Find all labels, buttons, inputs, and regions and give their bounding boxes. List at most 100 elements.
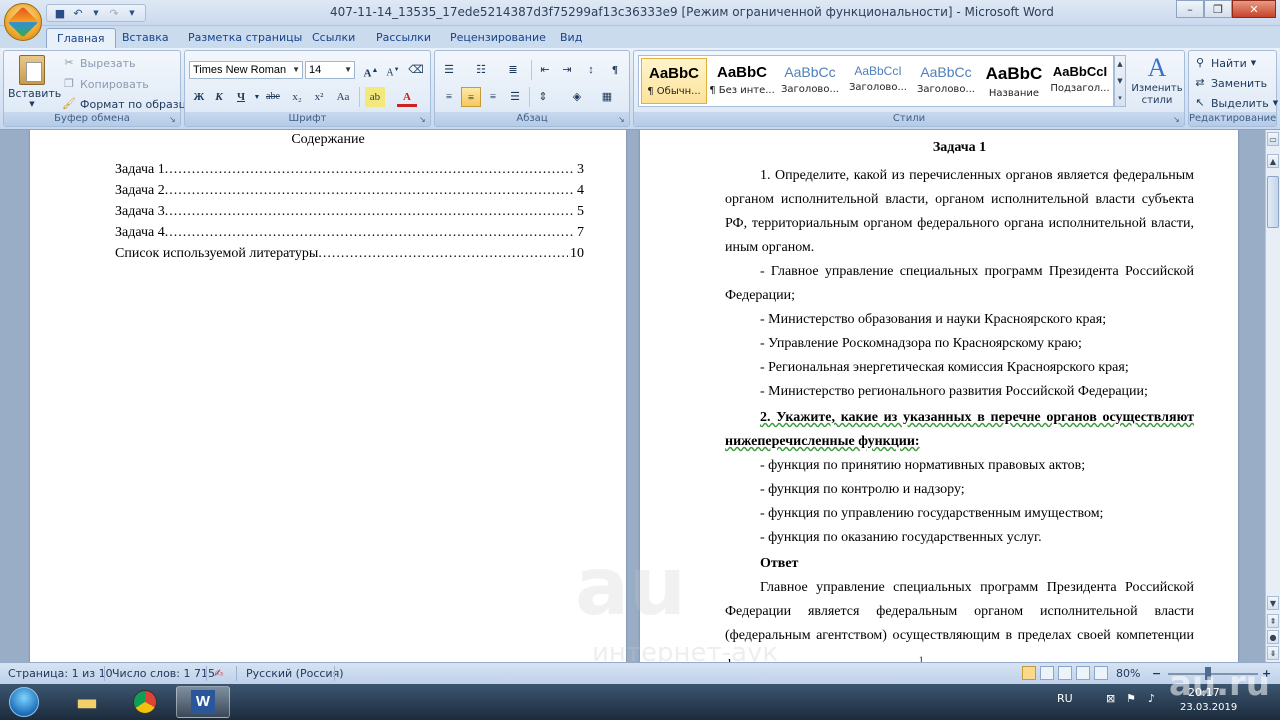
justify-button[interactable]: ☰ [505,87,525,107]
footnote-reference[interactable]: 1 [919,655,924,662]
styles-gallery-scroll[interactable]: ▲ ▼ ▾ [1114,55,1126,107]
draft-view-icon[interactable] [1094,666,1108,680]
redo-icon[interactable]: ↷ [107,6,121,20]
close-button[interactable]: ✕ [1232,0,1276,18]
proofing-icon[interactable]: ✍ [214,667,223,680]
clear-formatting-button[interactable]: ⌫ [406,60,426,80]
tab-review[interactable]: Рецензирование [440,28,556,48]
shrink-font-button[interactable]: A▼ [383,60,403,80]
change-case-button[interactable]: Аа [333,87,353,107]
font-color-button[interactable]: A [397,87,417,107]
customize-qat-icon[interactable]: ▼ [125,6,139,20]
more-icon[interactable]: ▾ [1115,90,1125,107]
scroll-up-icon[interactable]: ▲ [1267,154,1279,168]
font-size-combo[interactable]: 14 ▼ [305,61,355,79]
ruler-toggle-icon[interactable]: ▭ [1267,132,1279,146]
style-heading-3[interactable]: AaBbCc Заголово... [913,58,979,104]
tab-references[interactable]: Ссылки [302,28,365,48]
style-subtitle[interactable]: AaBbCcI Подзагол... [1047,58,1113,104]
paragraph-launcher-icon[interactable]: ↘ [618,115,627,124]
increase-indent-button[interactable]: ⇥ [557,60,577,80]
find-button[interactable]: ⚲ Найти ▼ [1193,56,1256,70]
toc-entry[interactable]: Список используемой литературы 10 [115,246,584,262]
style-heading-2[interactable]: AaBbCcI Заголово... [845,58,911,104]
font-family-combo[interactable]: Times New Roman ▼ [189,61,303,79]
flag-icon[interactable]: ⚑ [1126,692,1136,705]
tab-home[interactable]: Главная [46,28,116,48]
subscript-button[interactable]: x₂ [287,87,307,107]
save-icon[interactable]: ■ [53,6,67,20]
multilevel-list-button[interactable]: ≣ [503,60,523,80]
select-button[interactable]: ↖ Выделить ▼ [1193,96,1278,110]
network-icon[interactable]: ⊠ [1106,692,1115,705]
align-center-button[interactable]: ≡ [461,87,481,107]
highlight-button[interactable]: ab [365,87,385,107]
outline-view-icon[interactable] [1076,666,1090,680]
tab-page-layout[interactable]: Разметка страницы [178,28,312,48]
dropdown-arrow-icon[interactable]: ▼ [89,6,103,20]
taskbar-chrome[interactable] [118,686,172,718]
style-title[interactable]: AaBbC Название [981,58,1047,104]
zoom-level[interactable]: 80% [1116,667,1140,680]
taskbar-explorer[interactable]: ▬ [60,686,114,718]
style-normal[interactable]: AaBbC ¶ Обычн... [641,58,707,104]
change-styles-button[interactable]: A Изменить стили [1130,53,1184,113]
superscript-button[interactable]: x² [309,87,329,107]
strikethrough-button[interactable]: abe [263,87,283,107]
align-left-button[interactable]: ≡ [439,87,459,107]
shading-button[interactable]: ◈ [567,87,587,107]
maximize-button[interactable]: ❐ [1204,0,1232,18]
tab-mailings[interactable]: Рассылки [366,28,441,48]
toc-entry[interactable]: Задача 3 5 [115,204,584,220]
toc-entry[interactable]: Задача 1 3 [115,162,584,178]
language-indicator[interactable]: Русский (Россия) [246,667,344,680]
style-no-spacing[interactable]: AaBbC ¶ Без инте... [709,58,775,104]
vertical-scrollbar[interactable]: ▭ ▲ ▼ ⇞ ● ⇟ [1265,130,1280,662]
tab-view[interactable]: Вид [550,28,592,48]
align-right-button[interactable]: ≡ [483,87,503,107]
italic-button[interactable]: К [209,87,229,107]
previous-page-icon[interactable]: ⇞ [1267,614,1279,628]
format-painter-button[interactable]: 🖌 Формат по образцу [62,97,193,111]
minimize-button[interactable]: – [1176,0,1204,18]
page-count[interactable]: Страница: 1 из 10 [8,667,113,680]
font-launcher-icon[interactable]: ↘ [419,115,428,124]
taskbar-word[interactable]: W [176,686,230,718]
scroll-thumb[interactable] [1267,176,1279,228]
decrease-indent-button[interactable]: ⇤ [535,60,555,80]
scroll-down-icon[interactable]: ▼ [1115,73,1125,90]
copy-button[interactable]: ❐ Копировать [62,77,149,91]
sort-button[interactable]: ↕ [581,60,601,80]
word-count[interactable]: Число слов: 1 715 [112,667,215,680]
scroll-up-icon[interactable]: ▲ [1115,56,1125,73]
replace-button[interactable]: ⇄ Заменить [1193,76,1267,90]
page-toc[interactable]: Содержание Задача 1 3 Задача 2 4 Задача 3 5… [30,130,626,662]
browse-object-icon[interactable]: ● [1267,630,1279,644]
print-layout-view-icon[interactable] [1022,666,1036,680]
web-layout-icon[interactable] [1058,666,1072,680]
bold-button[interactable]: Ж [189,87,209,107]
show-marks-button[interactable]: ¶ [605,60,625,80]
next-page-icon[interactable]: ⇟ [1267,646,1279,660]
tab-insert[interactable]: Вставка [112,28,179,48]
style-heading-1[interactable]: AaBbCc Заголово... [777,58,843,104]
zoom-out-button[interactable]: − [1152,667,1161,680]
full-screen-reading-icon[interactable] [1040,666,1054,680]
language-bar[interactable]: RU [1057,692,1073,705]
toc-entry[interactable]: Задача 4 7 [115,225,584,241]
paste-button[interactable]: Вставить ▼ [8,53,61,113]
grow-font-button[interactable]: A▲ [361,60,381,80]
page-task-1[interactable]: Задача 1 1. Определите, какой из перечис… [640,130,1238,662]
office-button[interactable] [4,3,42,41]
undo-icon[interactable]: ↶ [71,6,85,20]
cut-button[interactable]: ✂ Вырезать [62,56,135,70]
line-spacing-button[interactable]: ⇕ [533,87,553,107]
numbering-button[interactable]: ☷ [471,60,491,80]
borders-button[interactable]: ▦ [597,87,617,107]
toc-entry[interactable]: Задача 2 4 [115,183,584,199]
start-button[interactable] [4,684,44,720]
clipboard-launcher-icon[interactable]: ↘ [169,115,178,124]
volume-icon[interactable]: ♪ [1148,692,1155,705]
bullets-button[interactable]: ☰ [439,60,459,80]
scroll-down-icon[interactable]: ▼ [1267,596,1279,610]
